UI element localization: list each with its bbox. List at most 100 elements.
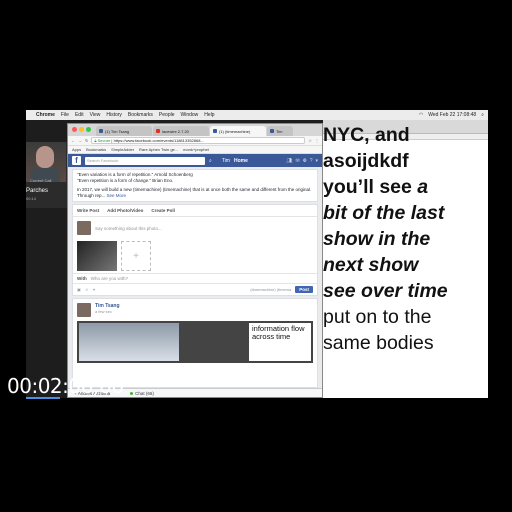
avatar[interactable] [77,303,91,317]
post-composer: Write Post Add Photo/Video Create Poll S… [72,204,318,296]
menu-icon[interactable]: ⋮ [315,138,319,143]
doc-line-italic: a [417,176,429,198]
doc-line: put on to the [323,306,432,328]
photo-thumbnail[interactable] [77,241,117,271]
facebook-icon [270,129,274,133]
facebook-logo[interactable]: f [72,156,81,165]
back-icon[interactable]: ← [71,138,75,143]
address-bar-row: ← → ↻ 🔒︎ Secure | https://www.facebook.c… [68,136,322,146]
notifications-icon[interactable]: 🌐︎ [303,158,307,164]
facebook-icon [99,129,103,133]
url-text: https://www.facebook.com/events/11881335… [113,138,204,143]
url-field[interactable]: 🔒︎ Secure | https://www.facebook.com/eve… [91,137,306,144]
menu-edit[interactable]: Edit [75,112,84,118]
tab-label: (1) Tim Tsang [105,128,130,134]
menu-file[interactable]: File [61,112,69,118]
menu-window[interactable]: Window [181,112,199,118]
mac-menubar: Chrome File Edit View History Bookmarks … [26,110,488,120]
tab-lacewire[interactable]: lacewire 2.7.20 [153,126,209,136]
caller-name: Parches [26,188,49,194]
add-photo-tab[interactable]: Add Photo/Video [107,208,143,213]
composer-input[interactable]: Say something about this photo... [95,226,162,231]
friends-icon[interactable]: 👥︎ [286,158,292,164]
bookmark-aphex[interactable]: Rare Aphex Twin ge... [139,147,178,152]
tab-strip: (1) Tim Tsang lacewire 2.7.20 (1) (timem… [68,124,322,136]
doc-line: bit of the last [323,202,445,224]
clock[interactable]: Wed Feb 22 17:08:48 [428,112,476,118]
composer-input-row: Say something about this photo... [73,217,317,239]
bookmarks-bar: Apps Bookmarks SimpleAdder Rare Aphex Tw… [68,146,322,154]
tab-label: (1) (timemachine) [219,128,251,134]
shared-screenshot[interactable]: information flow across time [77,321,313,363]
doc-line: next show [323,254,419,276]
fb-search-icon[interactable]: ⌕ [209,158,212,164]
menu-bookmarks[interactable]: Bookmarks [128,112,153,118]
composer-footer: ▣ ☺ ⌖ (timemachine) (timema Post [73,283,317,295]
post-header: Tim Tsang a few sec [73,299,317,321]
tab-tim-tsang[interactable]: (1) Tim Tsang [96,126,152,136]
bookmark-apps[interactable]: Apps [72,147,81,152]
facebook-topbar: f Search Facebook ⌕ Tim Home 👥︎ ✉︎ 🌐︎ ? … [68,154,322,167]
chrome-window: (1) Tim Tsang lacewire 2.7.20 (1) (timem… [67,123,323,398]
search-input[interactable]: Search Facebook [85,156,205,165]
write-post-tab[interactable]: Write Post [77,208,99,213]
menu-app-name[interactable]: Chrome [36,112,55,118]
bookmark-monk[interactable]: monk+prophet [183,147,209,152]
search-icon[interactable]: ⌕ [481,112,484,118]
photo-icon[interactable]: ▣ [77,287,81,292]
tab-timemachine[interactable]: (1) (timemachine) [210,126,266,136]
menu-history[interactable]: History [106,112,122,118]
call-duration: 00:14 [26,196,37,201]
post-button[interactable]: Post [295,286,313,293]
tag-people-input[interactable]: Who are you with? [91,276,128,281]
doc-line: NYC, and [323,124,410,146]
caller-video [26,142,66,182]
menubar-status: ◠ Wed Feb 22 17:08:48 ⌕ [419,112,484,118]
bookmark-bookmarks[interactable]: Bookmarks [86,147,106,152]
doc-line: see over time [323,280,448,302]
star-icon[interactable]: ☆ [308,138,312,143]
location-icon[interactable]: ⌖ [93,287,95,292]
shared-ui-image [79,323,179,361]
desktop-screen: Current Call Parches 00:14 ⬆ ✆ (1) Tim T… [26,120,488,398]
lock-icon: 🔒︎ [94,138,97,143]
help-icon[interactable]: ? [310,158,313,164]
doc-line-plain: you’ll see [323,176,418,198]
shared-slide-text: information flow across time [249,323,311,361]
fb-notification-icons: 👥︎ ✉︎ 🌐︎ ? ▾ [286,158,318,164]
wifi-icon[interactable]: ◠ [419,112,423,118]
chat-toggle[interactable]: Chat (66) [130,391,154,396]
quote-line: "Even repetition is a form of change." B… [77,178,174,183]
chat-label: Chat (66) [135,390,154,396]
minimize-window-button[interactable] [79,127,84,132]
doc-line: show in the [323,228,431,250]
document-body[interactable]: NYC, and asoijdkdf you’ll see a bit of t… [323,124,448,356]
bookmark-simpleadder[interactable]: SimpleAdder [111,147,134,152]
dropdown-icon[interactable]: ▾ [315,158,318,164]
video-timecode: 00:02:06;06 [7,374,124,398]
profile-link[interactable]: Tim [222,158,230,164]
facebook-content: "Even variation is a form of repetition.… [68,167,322,397]
menu-people[interactable]: People [159,112,175,118]
with-label: With [77,276,87,281]
zoom-window-button[interactable] [86,127,91,132]
create-poll-tab[interactable]: Create Poll [151,208,175,213]
forward-icon[interactable]: → [78,138,82,143]
reload-icon[interactable]: ↻ [85,138,88,143]
post-timestamp[interactable]: a few sec [95,309,120,314]
audience-selector[interactable]: (timemachine) (timema [250,287,291,292]
close-window-button[interactable] [72,127,77,132]
home-link[interactable]: Home [234,158,248,164]
facebook-icon [213,129,217,133]
menu-view[interactable]: View [90,112,101,118]
tab-tim[interactable]: Tim [267,126,293,136]
messages-icon[interactable]: ✉︎ [295,158,299,164]
tab-label: lacewire 2.7.20 [162,128,189,134]
add-photo-button[interactable]: + [121,241,151,271]
see-more-link[interactable]: See More [107,193,127,198]
video-scrubber[interactable] [26,397,60,399]
word-document-window: NYC, and asoijdkdf you’ll see a bit of t… [323,120,488,398]
online-dot-icon [130,391,134,395]
tag-icon[interactable]: ☺ [85,287,89,292]
menu-help[interactable]: Help [204,112,214,118]
